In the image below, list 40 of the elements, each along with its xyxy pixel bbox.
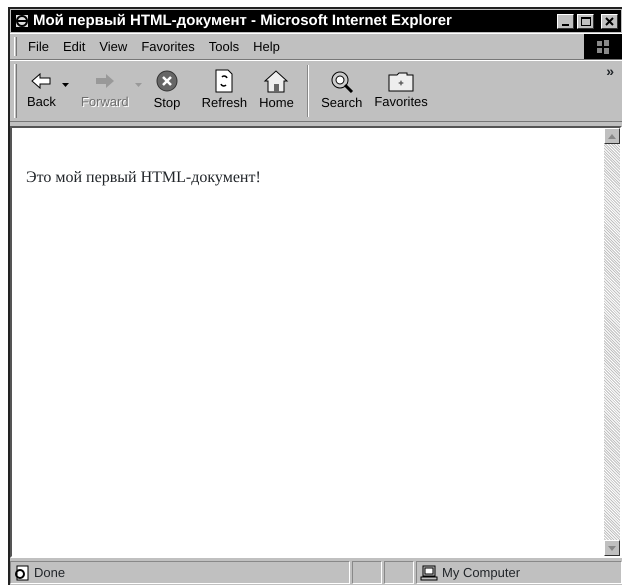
computer-icon — [420, 564, 438, 580]
toolbar-button[interactable]: Refresh — [196, 67, 254, 115]
browser-logo-icon — [14, 12, 30, 29]
menu-item[interactable]: Tools — [202, 34, 246, 58]
more-button[interactable]: » — [598, 61, 622, 121]
home-icon — [263, 69, 290, 94]
toolbar-button[interactable]: Search — [315, 67, 368, 115]
status-text: Done — [34, 564, 66, 582]
toolbar-button[interactable]: Favorites — [368, 68, 434, 114]
zone-text: My Computer — [442, 564, 520, 582]
dropdown-caret-icon — [62, 82, 69, 87]
close-button[interactable] — [601, 14, 618, 28]
scroll-down-button[interactable] — [604, 540, 620, 556]
status-pane — [352, 561, 382, 584]
toolbar-button[interactable]: Back — [21, 68, 75, 114]
close-icon — [605, 16, 614, 26]
menu-item[interactable]: File — [21, 34, 56, 58]
maximize-button[interactable] — [577, 14, 594, 28]
minimize-button[interactable] — [557, 14, 574, 28]
scroll-up-button[interactable] — [604, 128, 620, 144]
stop-icon — [154, 69, 179, 94]
windows-logo-icon — [584, 34, 622, 59]
maximize-icon — [580, 16, 590, 26]
menu-item[interactable]: Help — [246, 34, 287, 58]
up-arrow-icon — [608, 134, 616, 138]
search-icon — [328, 69, 355, 94]
down-arrow-icon — [608, 546, 616, 550]
status-pane — [384, 561, 414, 584]
folder-icon — [387, 70, 416, 92]
menu-item[interactable]: View — [92, 34, 134, 58]
page-icon — [14, 564, 30, 580]
menu-item[interactable]: Edit — [56, 34, 92, 58]
dropdown-caret-icon — [134, 82, 142, 87]
refresh-icon — [213, 69, 236, 94]
minimize-icon — [562, 24, 569, 26]
toolbar-button[interactable]: Home — [253, 67, 302, 115]
toolbar-button[interactable]: Stop — [148, 67, 196, 115]
menu-item[interactable]: Favorites — [134, 34, 202, 58]
window-title: Мой первый HTML-документ - Microsoft Internet Explorer — [33, 10, 453, 31]
page-text: Это мой первый HTML-документ! — [26, 169, 261, 186]
